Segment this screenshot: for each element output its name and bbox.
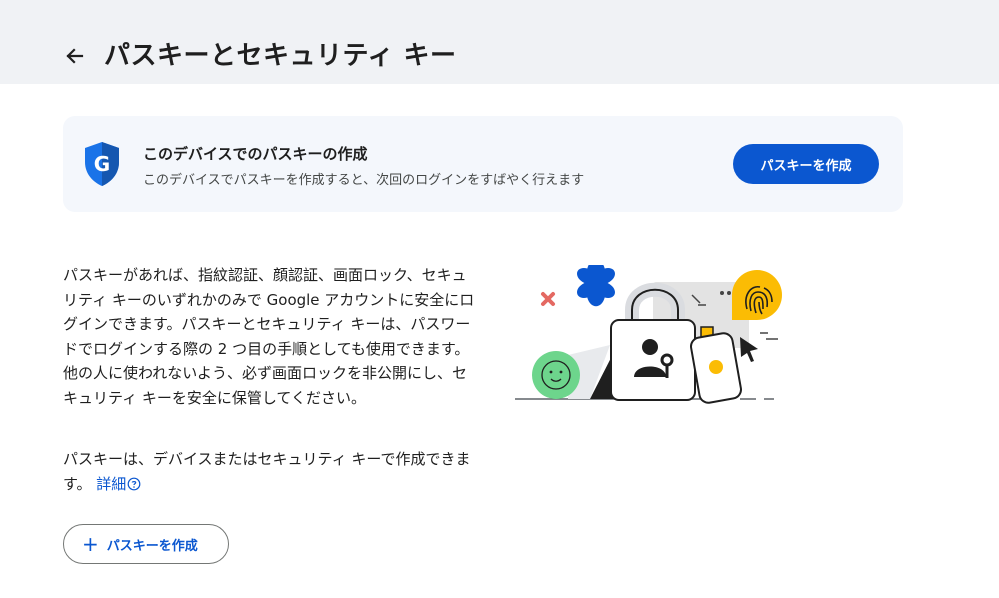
back-button[interactable] [60,40,90,70]
face-icon [532,351,580,399]
add-passkey-button[interactable]: + パスキーを作成 [63,524,229,564]
banner-description: このデバイスでパスキーを作成すると、次回のログインをすばやく行えます [143,173,585,188]
sparkle-x-icon [541,292,555,306]
plus-icon: + [82,532,99,556]
banner-title: このデバイスでのパスキーの作成 [143,145,368,163]
learn-more-link[interactable]: 詳細 [96,475,141,493]
add-passkey-label: パスキーを作成 [106,538,198,554]
arrow-back-icon [66,48,84,64]
learn-more-label: 詳細 [96,474,127,493]
header: パスキーとセキュリティ キー [0,0,999,84]
create-passkey-button[interactable]: パスキーを作成 [733,144,879,184]
passkey-illustration [515,265,782,404]
svg-text:G: G [94,152,110,176]
google-shield-icon: G [85,142,119,186]
fingerprint-icon [732,270,782,320]
pattern-unlock-icon [577,265,615,335]
help-icon [127,477,141,490]
passkey-creation-note: パスキーは、デバイスまたはセキュリティ キーで作成できます。 詳細 [63,447,475,496]
create-passkey-banner: G このデバイスでのパスキーの作成 このデバイスでパスキーを作成すると、次回のロ… [63,116,903,212]
page-title: パスキーとセキュリティ キー [104,41,457,71]
passkey-description: パスキーがあれば、指紋認証、顔認証、画面ロック、セキュリティ キーのいずれかのみ… [63,266,475,407]
